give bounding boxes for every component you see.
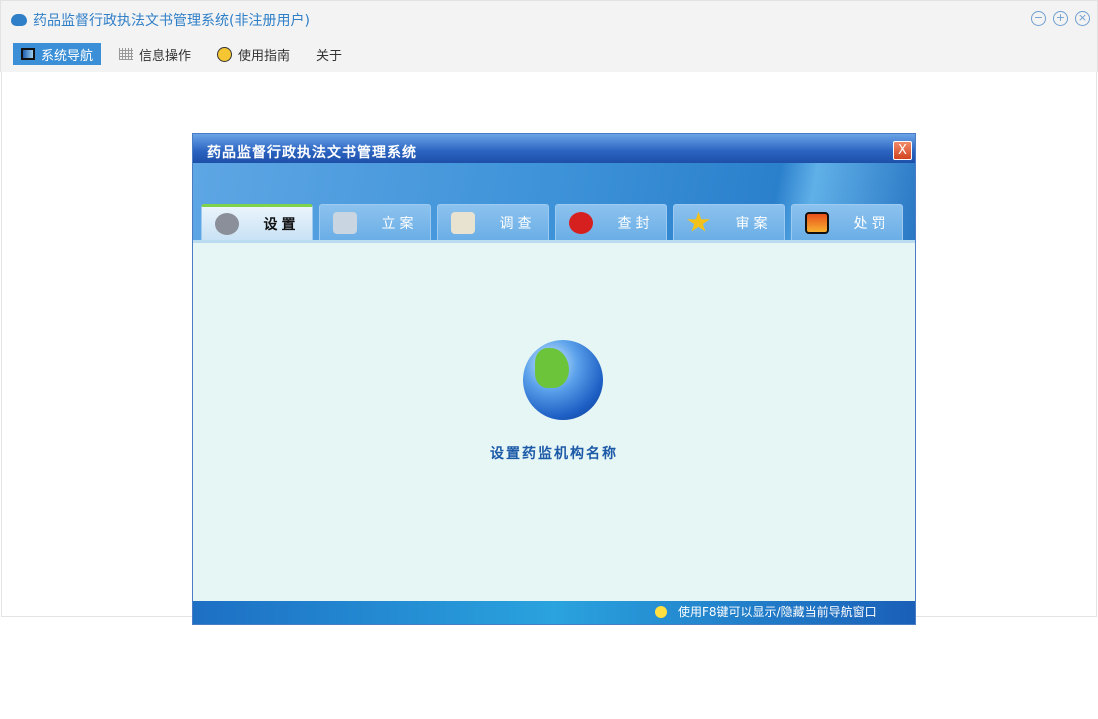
minimize-icon[interactable]: − (1031, 11, 1046, 26)
restore-icon[interactable]: + (1053, 11, 1068, 26)
display-icon (804, 211, 829, 234)
window-icon (21, 48, 35, 60)
tab-penalty[interactable]: 处罚 (791, 204, 903, 240)
tab-bar: 设置 立案 调查 查封 审案 处罚 (201, 204, 903, 240)
grid-icon (119, 48, 134, 60)
monitor-icon (332, 211, 357, 234)
tab-review[interactable]: 审案 (673, 204, 785, 240)
footer-hint: 使用F8键可以显示/隐藏当前导航窗口 (678, 605, 877, 619)
book-icon (450, 211, 475, 234)
app-logo-icon (11, 14, 27, 26)
menu-about[interactable]: 关于 (308, 43, 350, 65)
menu-label: 使用指南 (238, 48, 291, 64)
star-icon (686, 211, 711, 232)
title-bar: 药品监督行政执法文书管理系统(非注册用户) − + × 系统导航 信息操作 使用… (0, 0, 1098, 72)
tab-content: 设置药监机构名称 (193, 246, 915, 601)
help-icon (217, 46, 233, 62)
tab-register-case[interactable]: 立案 (319, 204, 431, 240)
dialog-footer: 使用F8键可以显示/隐藏当前导航窗口 (193, 601, 915, 624)
tab-label: 立案 (381, 215, 418, 232)
window-title: 药品监督行政执法文书管理系统(非注册用户) (11, 10, 310, 30)
tab-label: 设置 (263, 216, 300, 233)
menu-bar: 系统导航 信息操作 使用指南 关于 (13, 43, 350, 65)
menu-info-ops[interactable]: 信息操作 (111, 43, 199, 65)
dialog-title: 药品监督行政执法文书管理系统 (193, 134, 915, 163)
tab-label: 处罚 (853, 215, 890, 232)
set-agency-name-link[interactable]: 设置药监机构名称 (193, 443, 915, 463)
menu-label: 系统导航 (41, 48, 94, 64)
tab-settings[interactable]: 设置 (201, 204, 313, 240)
nav-dialog: 药品监督行政执法文书管理系统 X 设置 立案 调查 查封 审案 处罚 设置药监机… (192, 133, 916, 625)
menu-label: 信息操作 (139, 48, 192, 64)
tab-label: 查封 (617, 215, 654, 232)
menu-system-nav[interactable]: 系统导航 (13, 43, 102, 65)
lightbulb-icon (655, 606, 667, 618)
stop-icon (568, 211, 593, 234)
tab-seal[interactable]: 查封 (555, 204, 667, 240)
globe-icon[interactable] (523, 340, 603, 420)
menu-label: 关于 (316, 48, 343, 64)
dialog-close-button[interactable]: X (893, 141, 912, 160)
dialog-header: 设置 立案 调查 查封 审案 处罚 (193, 163, 915, 243)
close-icon[interactable]: × (1075, 11, 1090, 26)
menu-guide[interactable]: 使用指南 (209, 43, 298, 65)
tab-label: 调查 (499, 215, 536, 232)
window-title-text: 药品监督行政执法文书管理系统(非注册用户) (33, 13, 310, 29)
gear-icon (214, 212, 239, 235)
tab-label: 审案 (735, 215, 772, 232)
tab-investigate[interactable]: 调查 (437, 204, 549, 240)
